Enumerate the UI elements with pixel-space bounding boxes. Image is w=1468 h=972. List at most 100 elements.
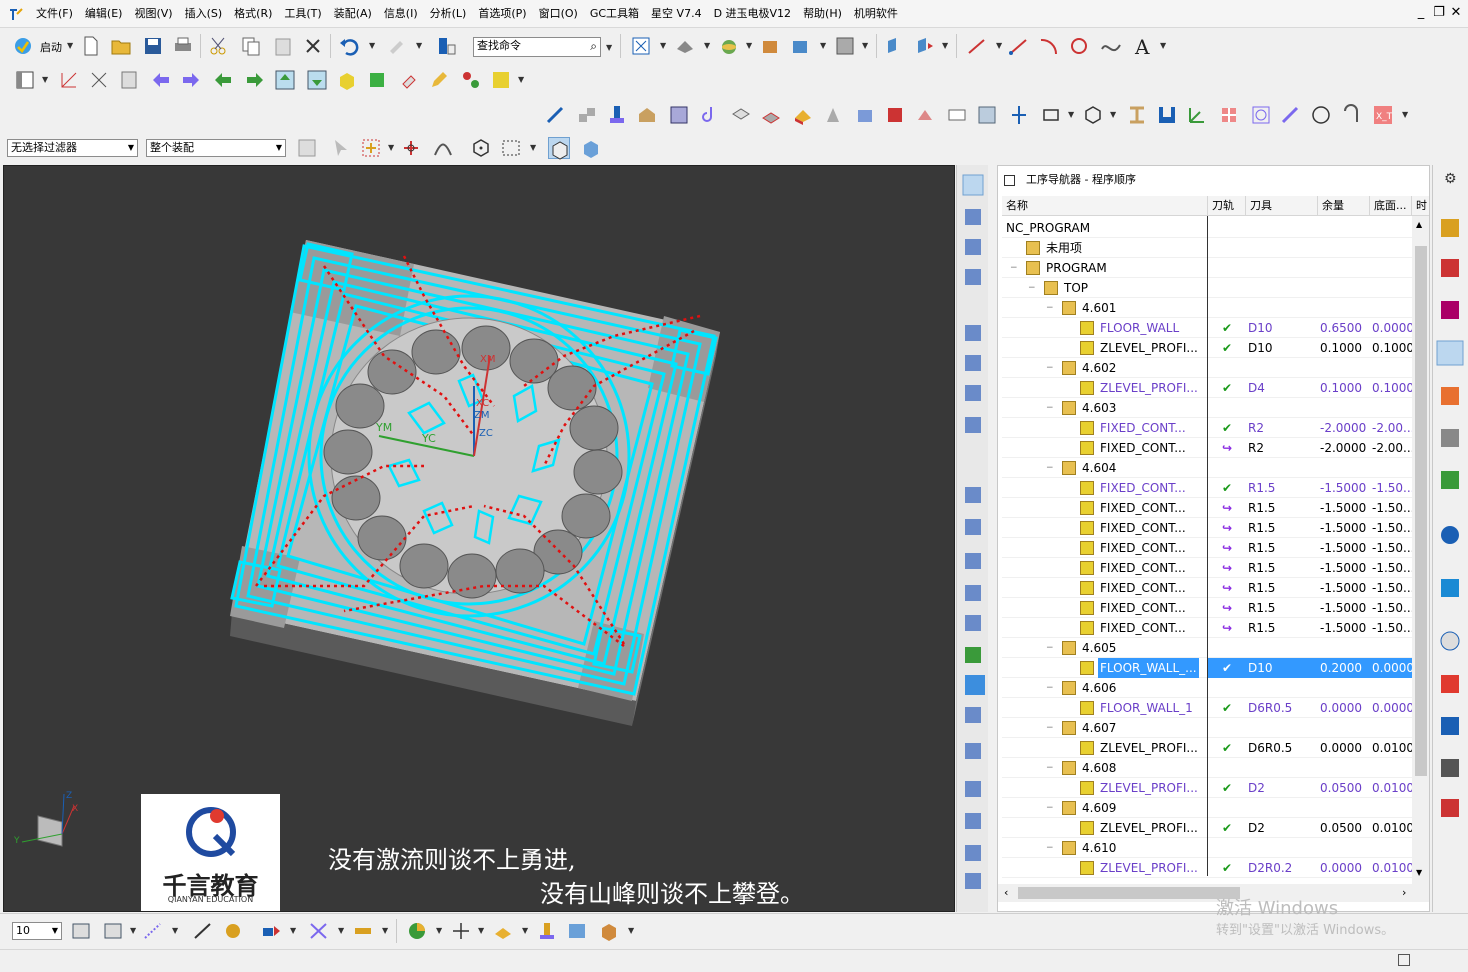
- cam-sim-icon[interactable]: [854, 104, 876, 126]
- list-icon[interactable]: [118, 69, 140, 91]
- green-left-icon[interactable]: [212, 69, 234, 91]
- menu-item-15[interactable]: 机明软件: [848, 0, 904, 28]
- panel-icon[interactable]: [14, 69, 36, 91]
- cam-post-icon[interactable]: [884, 104, 906, 126]
- highlight-dropdown-icon[interactable]: ▼: [518, 75, 524, 84]
- expand-toggle-icon[interactable]: [1064, 498, 1074, 518]
- rectangle-icon[interactable]: [1040, 104, 1062, 126]
- text-dropdown-icon[interactable]: ▼: [1160, 41, 1166, 50]
- assembly-scope-select[interactable]: 整个装配 ▼: [146, 139, 286, 157]
- save-icon[interactable]: [142, 35, 164, 57]
- delete-icon[interactable]: [302, 35, 324, 57]
- wcs-icon[interactable]: [884, 35, 906, 57]
- transform-icon[interactable]: [260, 920, 282, 942]
- horizontal-scrollbar[interactable]: ‹ ›: [998, 884, 1429, 902]
- h-scrollbar-thumb[interactable]: [1018, 887, 1240, 899]
- expand-toggle-icon[interactable]: [1064, 478, 1074, 498]
- ruler-icon[interactable]: [352, 920, 374, 942]
- move-up-icon[interactable]: [274, 69, 296, 91]
- menu-item-12[interactable]: 星空 V7.4: [645, 0, 708, 28]
- plus-dd-icon[interactable]: ▼: [478, 926, 484, 935]
- column-header-toolpath[interactable]: 刀轨: [1208, 196, 1246, 216]
- expand-toggle-icon[interactable]: [1064, 318, 1074, 338]
- analyze-icon[interactable]: [192, 920, 214, 942]
- column-header-floor[interactable]: 底面...: [1370, 196, 1412, 216]
- snap-point-icon[interactable]: [400, 137, 422, 159]
- redo-dropdown-icon[interactable]: ▼: [416, 41, 422, 50]
- hexagon-select-icon[interactable]: [470, 137, 492, 159]
- wcs-dynamic-icon[interactable]: [914, 35, 936, 57]
- rectangle-dropdown-icon[interactable]: ▼: [1068, 110, 1074, 119]
- graphics-viewport[interactable]: YM YC XM XC ZM ZC X Y Z 千言教育 QIANYAN EDU…: [3, 165, 955, 912]
- sphere-dropdown-icon[interactable]: ▼: [746, 41, 752, 50]
- expand-toggle-icon[interactable]: [1064, 658, 1074, 678]
- edge-select-icon[interactable]: [432, 137, 454, 159]
- cursor-icon[interactable]: [330, 137, 352, 159]
- expand-toggle-icon[interactable]: −: [1046, 398, 1056, 418]
- point-dropdown-icon[interactable]: ▼: [388, 143, 394, 152]
- expand-toggle-icon[interactable]: −: [1046, 838, 1056, 858]
- selection-filter-select[interactable]: 无选择过滤器 ▼: [7, 139, 138, 157]
- start-icon[interactable]: [12, 35, 34, 57]
- expand-toggle-icon[interactable]: [1064, 578, 1074, 598]
- expand-toggle-icon[interactable]: [1064, 338, 1074, 358]
- cam-shop-icon[interactable]: [914, 104, 936, 126]
- column-header-stock[interactable]: 余量: [1318, 196, 1370, 216]
- fit-view-icon[interactable]: [630, 35, 652, 57]
- vertical-scrollbar[interactable]: ▲ ▼: [1412, 216, 1429, 886]
- shaded-box-icon[interactable]: [548, 137, 570, 160]
- expand-toggle-icon[interactable]: [1064, 778, 1074, 798]
- menu-item-11[interactable]: GC工具箱: [584, 0, 645, 28]
- expand-toggle-icon[interactable]: [1064, 698, 1074, 718]
- color-palette-icon[interactable]: [460, 69, 482, 91]
- blue-box-icon[interactable]: [580, 137, 602, 159]
- cam-color-icon[interactable]: [792, 104, 814, 126]
- expand-toggle-icon[interactable]: [1064, 818, 1074, 838]
- expand-toggle-icon[interactable]: −: [1046, 298, 1056, 318]
- layer-dropdown-icon[interactable]: ▼: [820, 41, 826, 50]
- layer-dd-icon[interactable]: ▼: [130, 926, 136, 935]
- text-icon[interactable]: A: [1132, 35, 1154, 57]
- measure-icon[interactable]: [142, 920, 164, 942]
- expand-toggle-icon[interactable]: [1064, 558, 1074, 578]
- panel-dropdown-icon[interactable]: ▼: [42, 75, 48, 84]
- menu-item-3[interactable]: 插入(S): [179, 0, 229, 28]
- menu-item-0[interactable]: 文件(F): [30, 0, 79, 28]
- shaded-view-icon[interactable]: [674, 35, 696, 57]
- undo-icon[interactable]: [338, 35, 360, 57]
- highlight-icon[interactable]: [490, 69, 512, 91]
- cut-icon[interactable]: [208, 35, 230, 57]
- snap-grid-icon[interactable]: [296, 137, 318, 159]
- search-command-input[interactable]: 查找命令 ⌕: [473, 37, 601, 57]
- cam-mirror-icon[interactable]: [1008, 104, 1030, 126]
- menu-item-2[interactable]: 视图(V): [128, 0, 178, 28]
- cam-stock-icon[interactable]: [730, 104, 752, 126]
- menu-item-5[interactable]: 工具(T): [278, 0, 327, 28]
- column-header-time[interactable]: 时: [1412, 196, 1429, 216]
- beam-icon[interactable]: [1126, 104, 1148, 126]
- expand-toggle-icon[interactable]: [1064, 378, 1074, 398]
- expand-toggle-icon[interactable]: −: [1046, 758, 1056, 778]
- menu-item-14[interactable]: 帮助(H): [797, 0, 848, 28]
- arrow-right-icon[interactable]: [180, 69, 202, 91]
- line-icon[interactable]: [966, 35, 988, 57]
- undo-dropdown-icon[interactable]: ▼: [369, 41, 375, 50]
- zoom-level-select[interactable]: 10 ▼: [12, 922, 62, 940]
- bg-dropdown-icon[interactable]: ▼: [862, 41, 868, 50]
- intersect-dd-icon[interactable]: ▼: [338, 926, 344, 935]
- checkbox-icon[interactable]: [1004, 175, 1015, 186]
- sphere-view-icon[interactable]: [718, 35, 740, 57]
- move-down-icon[interactable]: [306, 69, 328, 91]
- menu-item-6[interactable]: 装配(A): [328, 0, 378, 28]
- arrow-left-icon[interactable]: [150, 69, 172, 91]
- expand-toggle-icon[interactable]: [1064, 618, 1074, 638]
- menu-item-13[interactable]: D 进玉电极V12: [708, 0, 798, 28]
- circle-outline-icon[interactable]: [1310, 104, 1332, 126]
- rect-dropdown-icon[interactable]: ▼: [530, 143, 536, 152]
- package-icon[interactable]: [598, 920, 620, 942]
- status-resize-icon[interactable]: [1398, 954, 1410, 966]
- ruler-dd-icon[interactable]: ▼: [382, 926, 388, 935]
- expand-toggle-icon[interactable]: [1064, 418, 1074, 438]
- hook-icon[interactable]: [1340, 104, 1362, 126]
- expand-toggle-icon[interactable]: −: [1046, 358, 1056, 378]
